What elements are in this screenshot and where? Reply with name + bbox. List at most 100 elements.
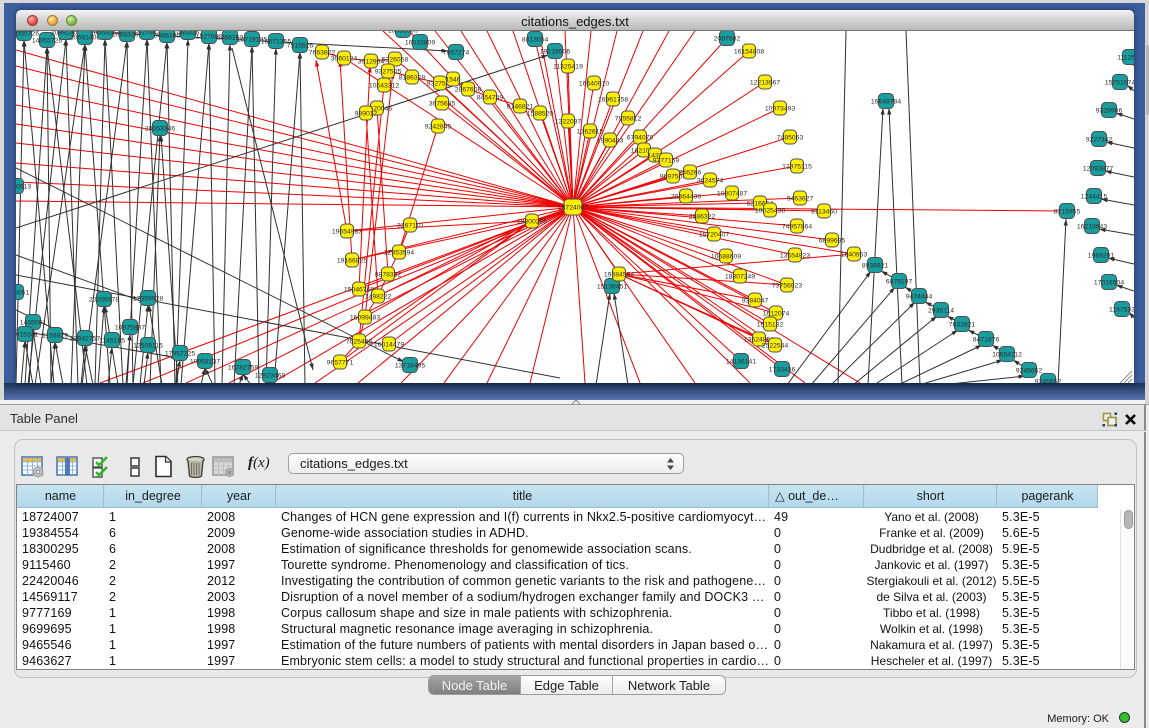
svg-text:9463627: 9463627 <box>787 196 814 203</box>
svg-text:20206578: 20206578 <box>89 297 119 304</box>
svg-text:8813054: 8813054 <box>522 37 549 44</box>
svg-text:1588520: 1588520 <box>527 111 554 118</box>
svg-text:1615132: 1615132 <box>757 322 784 329</box>
svg-text:2867608: 2867608 <box>455 87 482 94</box>
svg-text:9327505: 9327505 <box>375 69 402 76</box>
svg-text:19166825: 19166825 <box>337 258 367 265</box>
svg-text:10543312: 10543312 <box>369 83 399 90</box>
svg-text:7485063: 7485063 <box>777 135 804 142</box>
svg-text:2087682: 2087682 <box>714 36 741 43</box>
svg-text:15138451: 15138451 <box>597 284 627 291</box>
svg-text:3915341: 3915341 <box>16 332 38 339</box>
svg-text:74957864: 74957864 <box>782 224 812 231</box>
svg-text:1322037: 1322037 <box>555 119 582 126</box>
svg-text:73756923: 73756923 <box>772 283 802 290</box>
svg-text:16961758: 16961758 <box>598 97 628 104</box>
svg-text:9227342: 9227342 <box>1086 137 1113 144</box>
svg-text:8878332: 8878332 <box>375 272 402 279</box>
svg-text:9777169: 9777169 <box>653 158 680 165</box>
svg-text:9657771: 9657771 <box>327 360 354 367</box>
svg-text:9146821: 9146821 <box>507 104 534 111</box>
svg-text:18300295: 18300295 <box>517 219 547 226</box>
svg-text:12505115: 12505115 <box>133 343 163 350</box>
svg-text:2935114: 2935114 <box>928 308 954 315</box>
svg-text:9384047: 9384047 <box>742 298 769 305</box>
svg-text:14055726: 14055726 <box>32 38 62 45</box>
svg-text:10975887: 10975887 <box>115 325 145 332</box>
svg-text:7955812: 7955812 <box>615 116 642 123</box>
svg-text:16782759: 16782759 <box>228 365 258 372</box>
svg-text:8186328: 8186328 <box>399 75 426 82</box>
svg-text:746266: 746266 <box>679 170 702 177</box>
svg-text:10654112: 10654112 <box>992 352 1022 359</box>
svg-text:9242845: 9242845 <box>425 124 452 131</box>
svg-text:7632621: 7632621 <box>949 322 976 329</box>
svg-text:12923468: 12923468 <box>255 373 285 380</box>
svg-text:16033809: 16033809 <box>405 40 435 47</box>
svg-text:3675685: 3675685 <box>429 101 456 108</box>
svg-text:8215955: 8215955 <box>1054 209 1081 216</box>
svg-text:1498222: 1498222 <box>365 294 392 301</box>
svg-text:10958137: 10958137 <box>190 359 220 366</box>
svg-text:8938921: 8938921 <box>862 263 889 270</box>
svg-text:3912954: 3912954 <box>358 59 385 66</box>
svg-text:19218506: 19218506 <box>540 49 570 56</box>
svg-text:12093877: 12093877 <box>1083 166 1113 173</box>
svg-text:12942757: 12942757 <box>70 336 100 343</box>
svg-text:20053346: 20053346 <box>145 126 175 133</box>
svg-text:1167533: 1167533 <box>1109 307 1134 314</box>
svg-text:9245652: 9245652 <box>1035 379 1062 384</box>
svg-text:1362615: 1362615 <box>577 129 604 136</box>
svg-text:15046768: 15046768 <box>344 287 374 294</box>
svg-text:1435001: 1435001 <box>20 320 47 327</box>
svg-text:5226058: 5226058 <box>382 57 409 64</box>
svg-text:6879197: 6879197 <box>886 279 913 286</box>
svg-text:8454749: 8454749 <box>477 95 504 102</box>
svg-text:2522544: 2522544 <box>762 343 789 350</box>
svg-text:19384554: 19384554 <box>604 272 634 279</box>
svg-text:15751074: 15751074 <box>1105 80 1134 87</box>
svg-text:3960124: 3960124 <box>331 56 358 63</box>
svg-text:1640953: 1640953 <box>841 252 868 259</box>
svg-text:2386322: 2386322 <box>689 214 716 221</box>
svg-text:8471676: 8471676 <box>973 337 1000 344</box>
svg-text:3624574: 3624574 <box>697 178 724 185</box>
svg-text:10973493: 10973493 <box>765 106 795 113</box>
svg-text:7625402: 7625402 <box>346 339 373 346</box>
svg-text:1612074: 1612074 <box>763 311 790 318</box>
svg-text:1145195: 1145195 <box>99 338 125 345</box>
svg-text:16014479: 16014479 <box>374 342 404 349</box>
svg-text:16648784: 16648784 <box>871 99 901 106</box>
svg-text:10807487: 10807487 <box>717 191 747 198</box>
svg-text:10688609: 10688609 <box>711 254 741 261</box>
svg-text:12975115: 12975115 <box>782 164 812 171</box>
svg-text:14136141: 14136141 <box>726 359 756 366</box>
svg-text:16099483: 16099483 <box>350 315 380 322</box>
svg-text:13654923: 13654923 <box>780 253 810 260</box>
svg-text:19654983: 19654983 <box>332 229 362 236</box>
svg-text:16640910: 16640910 <box>579 81 609 88</box>
svg-text:11325419: 11325419 <box>553 64 583 71</box>
svg-text:7515526: 7515526 <box>287 43 314 50</box>
svg-text:15720407: 15720407 <box>699 232 729 239</box>
svg-text:17957225: 17957225 <box>165 351 195 358</box>
svg-text:17016504: 17016504 <box>1094 280 1124 287</box>
svg-text:1990443: 1990443 <box>597 138 624 145</box>
svg-text:20160513: 20160513 <box>16 184 31 191</box>
svg-text:17359928: 17359928 <box>133 296 163 303</box>
svg-text:13716485: 13716485 <box>395 363 425 370</box>
svg-text:1112584: 1112584 <box>1117 55 1134 62</box>
svg-text:1156829: 1156829 <box>42 333 68 340</box>
svg-text:16033809: 16033809 <box>388 31 418 35</box>
svg-text:9245652: 9245652 <box>1016 368 1043 375</box>
svg-text:6899695: 6899695 <box>819 238 846 245</box>
svg-text:1546: 1546 <box>445 77 460 84</box>
svg-text:16154808: 16154808 <box>734 49 764 56</box>
svg-text:16210643: 16210643 <box>1077 224 1107 231</box>
svg-text:2616051: 2616051 <box>16 290 29 297</box>
svg-text:18724007: 18724007 <box>558 205 588 212</box>
svg-text:989012: 989012 <box>355 111 378 118</box>
svg-text:1969291: 1969291 <box>1088 253 1115 260</box>
svg-text:9113460: 9113460 <box>811 209 837 216</box>
svg-text:12213967: 12213967 <box>750 80 780 87</box>
